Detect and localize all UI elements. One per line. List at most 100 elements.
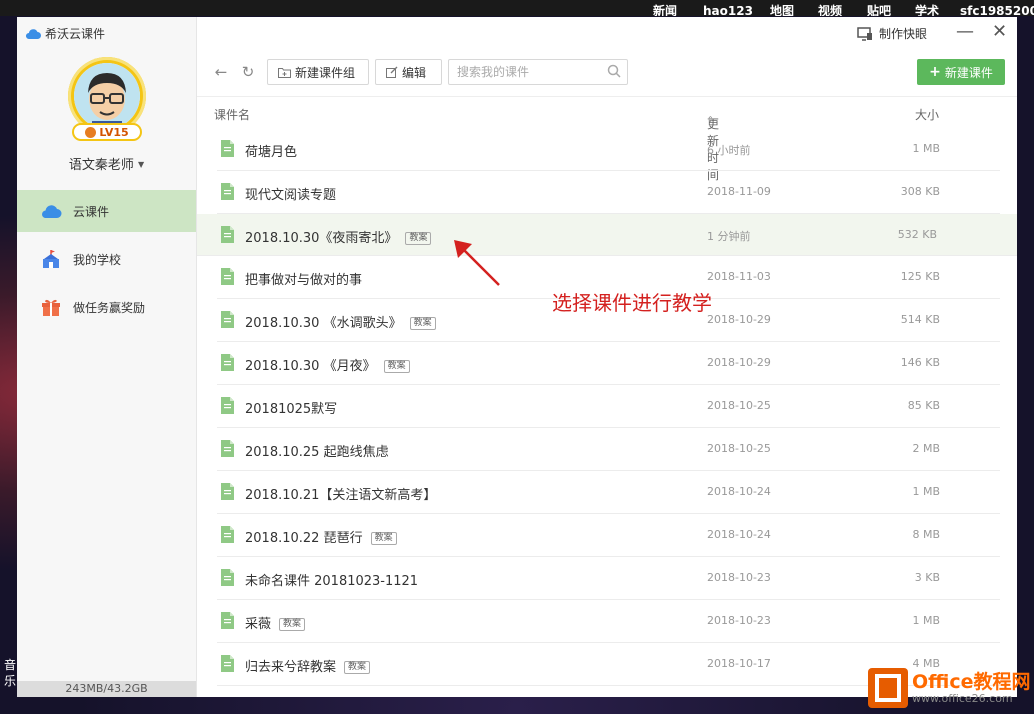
file-time: 2018-11-03 bbox=[707, 270, 771, 283]
file-name: 2018.10.25 起跑线焦虑 bbox=[245, 441, 389, 460]
table-row[interactable]: 采薇 教案 2018-10-23 1 MB bbox=[217, 600, 1000, 643]
file-time: 2018-10-23 bbox=[707, 614, 771, 627]
file-size: 146 KB bbox=[900, 356, 940, 369]
link-tieba[interactable]: 贴吧 bbox=[867, 4, 891, 16]
file-icon bbox=[221, 440, 234, 457]
table-row[interactable]: 2018.10.30 《月夜》 教案 2018-10-29 146 KB bbox=[217, 342, 1000, 385]
file-name-text: 2018.10.30 《月夜》 bbox=[245, 359, 376, 374]
file-icon bbox=[221, 526, 234, 543]
storage-usage: 243MB/43.2GB bbox=[17, 681, 196, 697]
new-group-label: 新建课件组 bbox=[295, 65, 356, 80]
user-name-dropdown[interactable]: 语文秦老师 ▼ bbox=[17, 154, 196, 173]
nav-item-cloud-courseware[interactable]: 云课件 bbox=[17, 190, 196, 232]
browser-link-bar: 新闻 hao123 地图 视频 贴吧 学术 sfc19852001 bbox=[0, 0, 1034, 16]
user-name: 语文秦老师 bbox=[68, 158, 134, 173]
watermark-url: www.office26.com bbox=[912, 692, 1013, 705]
quick-create-label: 制作快眼 bbox=[879, 27, 928, 41]
column-name[interactable]: 课件名 bbox=[214, 106, 250, 123]
file-name: 采薇 教案 bbox=[245, 613, 306, 632]
nav-item-label: 我的学校 bbox=[73, 252, 122, 267]
file-icon bbox=[221, 226, 234, 243]
file-icon bbox=[221, 268, 234, 285]
close-icon: ✕ bbox=[992, 21, 1008, 42]
file-name-text: 归去来兮辞教案 bbox=[245, 660, 337, 675]
minimize-icon: — bbox=[956, 21, 974, 42]
table-row[interactable]: 2018.10.21【关注语文新高考】 2018-10-24 1 MB bbox=[217, 471, 1000, 514]
file-icon bbox=[221, 569, 234, 586]
file-time: 6 小时前 bbox=[707, 144, 751, 157]
search-icon[interactable] bbox=[607, 64, 621, 78]
edit-button[interactable]: 编辑 bbox=[375, 59, 442, 85]
table-row[interactable]: 2018.10.30《夜雨寄北》 教案 1 分钟前 532 KB bbox=[197, 214, 1017, 256]
file-name-text: 2018.10.25 起跑线焦虑 bbox=[245, 445, 389, 460]
caret-down-icon: ▼ bbox=[138, 160, 145, 169]
gift-icon bbox=[39, 298, 63, 316]
link-academic[interactable]: 学术 bbox=[915, 4, 939, 16]
search-box bbox=[448, 59, 628, 85]
annotation-text: 选择课件进行教学 bbox=[552, 291, 712, 315]
file-icon bbox=[221, 612, 234, 629]
back-arrow-icon[interactable]: ← bbox=[213, 64, 229, 80]
lesson-plan-tag: 教案 bbox=[383, 360, 410, 373]
cloud-icon bbox=[39, 204, 63, 218]
nav-item-my-school[interactable]: 我的学校 bbox=[17, 238, 196, 280]
table-row[interactable]: 现代文阅读专题 2018-11-09 308 KB bbox=[217, 171, 1000, 214]
file-name: 把事做对与做对的事 bbox=[245, 269, 362, 288]
link-user[interactable]: sfc19852001 bbox=[960, 4, 1034, 16]
nav-item-label: 做任务赢奖励 bbox=[73, 300, 146, 315]
file-name: 2018.10.30《夜雨寄北》 教案 bbox=[245, 227, 432, 246]
file-name: 现代文阅读专题 bbox=[245, 184, 336, 203]
quick-create-button[interactable]: 制作快眼 bbox=[857, 25, 927, 42]
lesson-plan-tag: 教案 bbox=[405, 232, 432, 245]
file-icon bbox=[221, 397, 234, 414]
close-button[interactable]: ✕ bbox=[992, 21, 1007, 42]
lesson-plan-tag: 教案 bbox=[279, 618, 306, 631]
link-news[interactable]: 新闻 bbox=[653, 4, 677, 16]
edit-icon bbox=[386, 66, 398, 78]
file-time: 2018-10-17 bbox=[707, 657, 771, 670]
toolbar: ← ↻ 新建课件组 编辑 + 新建课件 bbox=[197, 57, 1017, 95]
main-panel: 制作快眼 — ✕ ← ↻ 新建课件组 编辑 + 新建课件 bbox=[197, 17, 1017, 697]
new-group-button[interactable]: 新建课件组 bbox=[267, 59, 369, 85]
sort-icon: ⇕ bbox=[707, 115, 714, 124]
level-text: LV15 bbox=[99, 125, 129, 139]
desktop-side-text: 音 bbox=[4, 658, 17, 672]
table-row[interactable]: 荷塘月色 6 小时前 1 MB bbox=[217, 128, 1000, 171]
file-name-text: 20181025默写 bbox=[245, 402, 338, 417]
file-size: 3 KB bbox=[914, 571, 940, 584]
file-name: 20181025默写 bbox=[245, 398, 337, 417]
column-size[interactable]: 大小 bbox=[915, 106, 939, 123]
edit-label: 编辑 bbox=[402, 65, 427, 80]
table-row[interactable]: 2018.10.25 起跑线焦虑 2018-10-25 2 MB bbox=[217, 428, 1000, 471]
new-courseware-button[interactable]: + 新建课件 bbox=[917, 59, 1005, 85]
file-time: 2018-10-25 bbox=[707, 442, 771, 455]
minimize-button[interactable]: — bbox=[956, 21, 974, 42]
app-title-text: 希沃云课件 bbox=[45, 27, 106, 41]
file-time: 2018-10-23 bbox=[707, 571, 771, 584]
link-video[interactable]: 视频 bbox=[818, 4, 842, 16]
file-name: 2018.10.30 《水调歌头》 教案 bbox=[245, 312, 436, 331]
file-size: 2 MB bbox=[912, 442, 940, 455]
lesson-plan-tag: 教案 bbox=[409, 317, 436, 330]
file-icon bbox=[221, 140, 234, 157]
avatar-image bbox=[74, 63, 140, 129]
table-row[interactable]: 2018.10.22 琵琶行 教案 2018-10-24 8 MB bbox=[217, 514, 1000, 557]
new-courseware-label: 新建课件 bbox=[944, 65, 993, 80]
refresh-icon[interactable]: ↻ bbox=[240, 64, 256, 80]
file-icon bbox=[221, 183, 234, 200]
file-name: 归去来兮辞教案 教案 bbox=[245, 656, 371, 675]
school-icon bbox=[39, 250, 63, 268]
nav-item-tasks-rewards[interactable]: 做任务赢奖励 bbox=[17, 286, 196, 328]
lesson-plan-tag: 教案 bbox=[370, 532, 397, 545]
link-hao123[interactable]: hao123 bbox=[703, 4, 753, 16]
file-time: 2018-11-09 bbox=[707, 185, 771, 198]
file-time: 1 分钟前 bbox=[707, 230, 751, 243]
table-row[interactable]: 未命名课件 20181023-1121 2018-10-23 3 KB bbox=[217, 557, 1000, 600]
file-time: 2018-10-29 bbox=[707, 356, 771, 369]
office-logo-icon bbox=[868, 668, 908, 708]
file-time: 2018-10-24 bbox=[707, 485, 771, 498]
search-input[interactable] bbox=[455, 60, 609, 84]
link-map[interactable]: 地图 bbox=[770, 4, 794, 16]
table-row[interactable]: 20181025默写 2018-10-25 85 KB bbox=[217, 385, 1000, 428]
folder-plus-icon bbox=[278, 67, 291, 78]
